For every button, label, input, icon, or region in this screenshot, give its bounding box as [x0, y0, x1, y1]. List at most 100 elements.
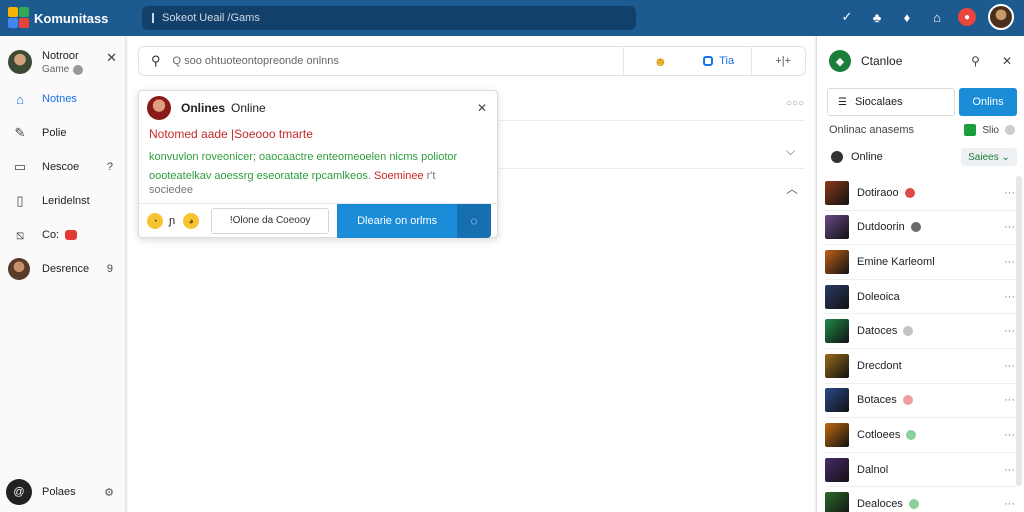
popup-message-gray: r't — [426, 170, 436, 182]
friend-row[interactable]: Dutdoorin ··· — [825, 211, 1017, 246]
message-icon: ▭ — [13, 159, 27, 174]
friend-row[interactable]: Botaces ··· — [825, 384, 1017, 419]
friends-filter-button[interactable]: ☰ Siocalaes — [827, 88, 955, 116]
user-avatar[interactable] — [988, 4, 1014, 30]
friend-row[interactable]: Datoces ··· — [825, 314, 1017, 349]
chat-badge-icon[interactable]: @ — [6, 479, 32, 505]
close-icon[interactable]: ✕ — [477, 101, 487, 115]
profile-card[interactable]: Notroor Game ✕ — [0, 36, 125, 82]
sidebar-item-friends[interactable]: Desrence 9 — [0, 252, 125, 286]
friends-panel: ◆ Ctanloe ⚲ ✕ ☰ Siocalaes Onlins Onlinac… — [816, 36, 1024, 512]
sidebar-bottom-label[interactable]: Polaes — [42, 486, 76, 498]
logo-icon — [8, 7, 30, 29]
friend-row[interactable]: Dalnol ··· — [825, 453, 1017, 488]
toggle-dot-icon[interactable] — [1005, 125, 1015, 135]
popup-message-red: Notomed aade |Soeooo tmarte — [149, 127, 313, 141]
more-options-icon[interactable]: ··· — [1004, 187, 1015, 199]
friends-header: ◆ Ctanloe ⚲ ✕ — [817, 36, 1024, 86]
friend-row[interactable]: Emine Karleoml ··· — [825, 245, 1017, 280]
tia-chip[interactable]: Tia — [703, 55, 751, 67]
emoji-smile-icon[interactable]: ◕ — [183, 212, 200, 229]
friend-row[interactable]: Cotloees ··· — [825, 418, 1017, 453]
more-options-icon[interactable]: ··· — [1004, 464, 1015, 476]
popup-footer: ◔ ɲ ◕ !Olone da Coeooy Dlearie on orlms … — [139, 203, 499, 238]
more-options-icon[interactable]: ··· — [1004, 221, 1015, 233]
emoji-wink-icon[interactable]: ◔ — [147, 212, 163, 229]
more-options-icon[interactable]: ··· — [1004, 360, 1015, 372]
friend-list: Dotiraoo ··· Dutdoorin ··· Emine Karleoml ···… — [825, 176, 1017, 512]
profile-avatar — [8, 50, 32, 74]
more-options-icon[interactable]: ··· — [1004, 498, 1015, 510]
sidebar-item-label: Polie — [42, 127, 67, 139]
emoji-icon[interactable]: ☻ — [654, 54, 668, 69]
friend-name: Datoces — [857, 325, 898, 338]
sidebar-item-stats[interactable]: ⧅ Co: — [0, 218, 125, 252]
status-select[interactable]: Saiees ⌄ — [961, 148, 1017, 166]
alert-icon[interactable]: ● — [958, 8, 976, 26]
more-dots-icon[interactable]: ○○○ — [786, 98, 804, 109]
scrollbar[interactable] — [1016, 176, 1022, 486]
check-circle-icon[interactable]: ✓ — [838, 8, 856, 26]
top-search-text: Sokeot Ueail /Gams — [162, 12, 260, 24]
chevron-down-icon[interactable]: ⌵ — [786, 144, 795, 159]
tools-button[interactable]: +|+ — [775, 55, 791, 67]
more-options-icon[interactable]: ··· — [1004, 291, 1015, 303]
more-options-icon[interactable]: ··· — [1004, 394, 1015, 406]
left-sidebar: Notroor Game ✕ ⌂ Notnes ✎ Polie ▭ Nescoe… — [0, 36, 126, 512]
friend-row[interactable]: Dotiraoo ··· — [825, 176, 1017, 211]
chevron-up-icon[interactable]: ︿ — [786, 180, 798, 197]
more-options-icon[interactable]: ··· — [1004, 429, 1015, 441]
top-search-input[interactable]: Sokeot Ueail /Gams — [142, 6, 636, 30]
popup-message-mixed: oooteatelkav aoessrg eseoratate rpcamlke… — [139, 169, 497, 197]
popup-avatar — [147, 96, 171, 120]
notification-icon[interactable]: ♦ — [898, 8, 916, 26]
friend-name: Cotloees — [857, 428, 901, 441]
gear-icon[interactable]: ⚙ — [104, 486, 114, 499]
online-button[interactable]: Onlins — [959, 88, 1017, 116]
puzzle-icon[interactable]: ♣ — [868, 8, 886, 26]
status-badge — [908, 499, 919, 510]
friend-name: Dotiraoo — [857, 186, 899, 199]
friend-row[interactable]: Dealoces ··· — [825, 487, 1017, 512]
friend-avatar — [825, 249, 849, 274]
sidebar-item-edit[interactable]: ✎ Polie — [0, 116, 125, 150]
main-search-bar: ⚲ Q soo ohtuoteontopreonde onlnns ☻ Tia … — [138, 46, 806, 76]
status-badge — [903, 326, 914, 337]
status-dot-icon — [73, 64, 84, 75]
more-options-icon[interactable]: ··· — [1004, 325, 1015, 337]
friend-name: Doleoica — [857, 290, 900, 303]
store-icon[interactable]: ⌂ — [928, 8, 946, 26]
status-row: Online Saiees ⌄ — [831, 148, 1017, 166]
help-icon[interactable]: ? — [107, 161, 113, 173]
popup-message-green-2: oooteatelkav aoessrg eseoratate rpcamlke… — [149, 170, 371, 182]
top-bar: Komunitass Sokeot Ueail /Gams ✓ ♣ ♦ ⌂ ● — [0, 0, 1024, 36]
main-search-input[interactable]: Q soo ohtuoteontopreonde onlnns — [173, 55, 623, 67]
friend-row[interactable]: Drecdont ··· — [825, 349, 1017, 384]
more-options-icon[interactable]: ··· — [1004, 256, 1015, 268]
popup-subtitle: Online — [231, 101, 266, 115]
status-badge — [902, 395, 913, 406]
cancel-button[interactable]: !Olone da Coeooy — [211, 207, 330, 234]
popup-title: Onlines — [181, 101, 226, 115]
chip-label: Tia — [719, 55, 735, 67]
friend-row[interactable]: Doleoica ··· — [825, 280, 1017, 315]
status-icon — [831, 151, 843, 163]
confirm-button[interactable]: Dlearie on orlms — [337, 203, 458, 238]
friend-avatar — [825, 388, 849, 413]
profile-status: Game — [42, 63, 84, 76]
checkbox-checked[interactable] — [964, 124, 977, 136]
pencil-icon: ✎ — [14, 125, 26, 140]
search-icon[interactable]: ⚲ — [971, 54, 980, 68]
close-icon[interactable]: ✕ — [1002, 54, 1012, 68]
chat-send-icon[interactable]: ◌ — [457, 203, 492, 238]
close-icon[interactable]: ✕ — [106, 50, 117, 66]
friend-name: Emine Karleoml — [857, 255, 935, 268]
sidebar-item-messages[interactable]: ▭ Nescoe ? — [0, 150, 125, 184]
friend-name: Dealoces — [857, 498, 903, 511]
document-icon: ▯ — [16, 193, 24, 208]
sidebar-item-documents[interactable]: ▯ Leridelnst — [0, 184, 125, 218]
popup-note: ɲ — [169, 214, 176, 227]
sidebar-item-home[interactable]: ⌂ Notnes — [0, 82, 125, 116]
checkbox-label: Slio — [982, 124, 999, 136]
app-logo[interactable]: Komunitass — [8, 7, 132, 29]
